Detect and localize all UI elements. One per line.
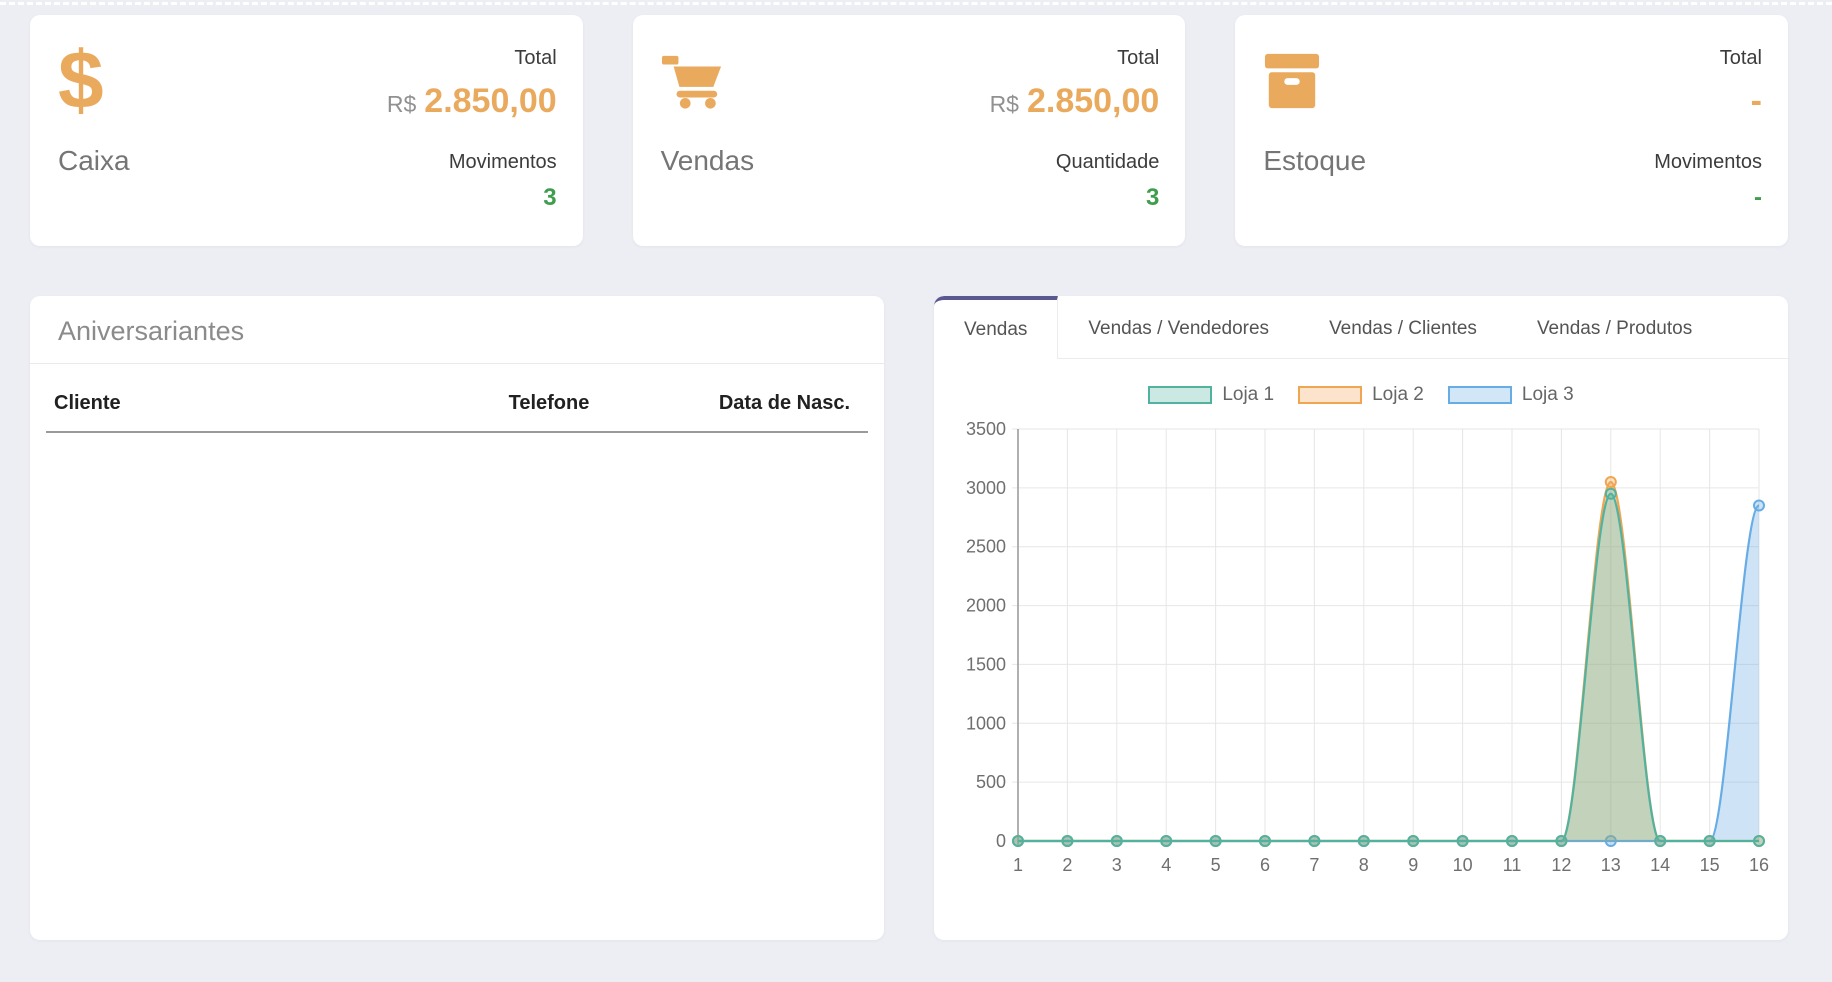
legend-item-loja1[interactable]: Loja 1: [1148, 384, 1274, 406]
stat-card-label: Vendas: [661, 145, 754, 177]
sales-tabbar: Vendas Vendas / Vendedores Vendas / Clie…: [934, 296, 1788, 359]
svg-text:1500: 1500: [966, 654, 1006, 674]
svg-text:2000: 2000: [966, 596, 1006, 616]
svg-text:6: 6: [1260, 855, 1270, 875]
birthdays-table: Cliente Telefone Data de Nasc.: [30, 364, 884, 433]
svg-text:1000: 1000: [966, 713, 1006, 733]
sub-value: 3: [1146, 184, 1159, 212]
svg-text:15: 15: [1700, 855, 1720, 875]
svg-text:2: 2: [1062, 855, 1072, 875]
box-icon: [1263, 52, 1321, 110]
column-header-telefone: Telefone: [454, 392, 644, 415]
sub-value: -: [1754, 184, 1762, 212]
stat-card-caixa: $ Caixa Total R$ 2.850,00 Movimentos 3: [30, 15, 583, 246]
svg-text:0: 0: [996, 831, 1006, 851]
stat-icon-box: [1263, 31, 1366, 131]
stat-right: Total - Movimentos -: [1654, 15, 1788, 246]
svg-text:4: 4: [1161, 855, 1171, 875]
legend-label: Loja 2: [1372, 384, 1424, 406]
svg-text:13: 13: [1601, 855, 1621, 875]
svg-text:12: 12: [1551, 855, 1571, 875]
stat-card-vendas: Vendas Total R$ 2.850,00 Quantidade 3: [633, 15, 1186, 246]
chart-area: 0500100015002000250030003500123456789101…: [954, 416, 1774, 921]
sub-value: 3: [543, 184, 556, 212]
total-value: R$ 2.850,00: [387, 82, 557, 121]
svg-text:3: 3: [1112, 855, 1122, 875]
legend-item-loja2[interactable]: Loja 2: [1298, 384, 1424, 406]
stat-right: Total R$ 2.850,00 Quantidade 3: [990, 15, 1186, 246]
chart-legend: Loja 1 Loja 2 Loja 3: [934, 384, 1788, 406]
amount-value: 2.850,00: [1027, 82, 1159, 121]
bottom-row: Aniversariantes Cliente Telefone Data de…: [30, 296, 1788, 940]
column-header-cliente: Cliente: [54, 392, 454, 415]
stat-icon-box: $: [58, 31, 130, 131]
total-value: -: [1743, 82, 1762, 121]
svg-text:5: 5: [1211, 855, 1221, 875]
total-label: Total: [1117, 47, 1159, 70]
stat-left: $ Caixa: [30, 15, 130, 246]
svg-text:8: 8: [1359, 855, 1369, 875]
sub-label: Quantidade: [1056, 151, 1159, 174]
currency-prefix: R$: [387, 91, 416, 118]
stat-left: Estoque: [1235, 15, 1366, 246]
svg-text:2500: 2500: [966, 537, 1006, 557]
total-label: Total: [1720, 47, 1762, 70]
column-header-data-nasc: Data de Nasc.: [644, 392, 864, 415]
svg-text:16: 16: [1749, 855, 1769, 875]
sales-chart-svg: 0500100015002000250030003500123456789101…: [954, 416, 1774, 921]
stat-card-label: Caixa: [58, 145, 130, 177]
sub-label: Movimentos: [449, 151, 557, 174]
stat-card-estoque: Estoque Total - Movimentos -: [1235, 15, 1788, 246]
legend-swatch-loja3: [1448, 386, 1512, 404]
svg-text:11: 11: [1503, 855, 1522, 875]
cart-icon: [661, 52, 723, 110]
top-dashed-line: [0, 2, 1832, 5]
currency-prefix: R$: [990, 91, 1019, 118]
total-value: R$ 2.850,00: [990, 82, 1160, 121]
birthdays-table-header: Cliente Telefone Data de Nasc.: [46, 392, 868, 433]
dollar-icon: $: [58, 40, 104, 122]
stat-icon-box: [661, 31, 754, 131]
legend-label: Loja 1: [1222, 384, 1274, 406]
tab-vendas-clientes[interactable]: Vendas / Clientes: [1299, 296, 1507, 358]
amount-value: -: [1751, 82, 1762, 121]
amount-value: 2.850,00: [424, 82, 556, 121]
svg-text:10: 10: [1453, 855, 1473, 875]
birthdays-card: Aniversariantes Cliente Telefone Data de…: [30, 296, 884, 940]
stat-left: Vendas: [633, 15, 754, 246]
svg-text:14: 14: [1650, 855, 1670, 875]
legend-label: Loja 3: [1522, 384, 1574, 406]
stats-row: $ Caixa Total R$ 2.850,00 Movimentos 3: [30, 15, 1788, 246]
tab-vendas-vendedores[interactable]: Vendas / Vendedores: [1058, 296, 1299, 358]
svg-text:3000: 3000: [966, 478, 1006, 498]
svg-text:500: 500: [976, 772, 1006, 792]
svg-text:9: 9: [1408, 855, 1418, 875]
tab-vendas[interactable]: Vendas: [934, 296, 1058, 359]
stat-right: Total R$ 2.850,00 Movimentos 3: [387, 15, 583, 246]
tab-vendas-produtos[interactable]: Vendas / Produtos: [1507, 296, 1722, 358]
legend-swatch-loja2: [1298, 386, 1362, 404]
total-label: Total: [514, 47, 556, 70]
svg-text:3500: 3500: [966, 419, 1006, 439]
sales-chart-card: Vendas Vendas / Vendedores Vendas / Clie…: [934, 296, 1788, 940]
stat-card-label: Estoque: [1263, 145, 1366, 177]
birthdays-title: Aniversariantes: [30, 296, 884, 364]
legend-swatch-loja1: [1148, 386, 1212, 404]
svg-text:7: 7: [1309, 855, 1319, 875]
svg-text:1: 1: [1013, 855, 1023, 875]
legend-item-loja3[interactable]: Loja 3: [1448, 384, 1574, 406]
sub-label: Movimentos: [1654, 151, 1762, 174]
